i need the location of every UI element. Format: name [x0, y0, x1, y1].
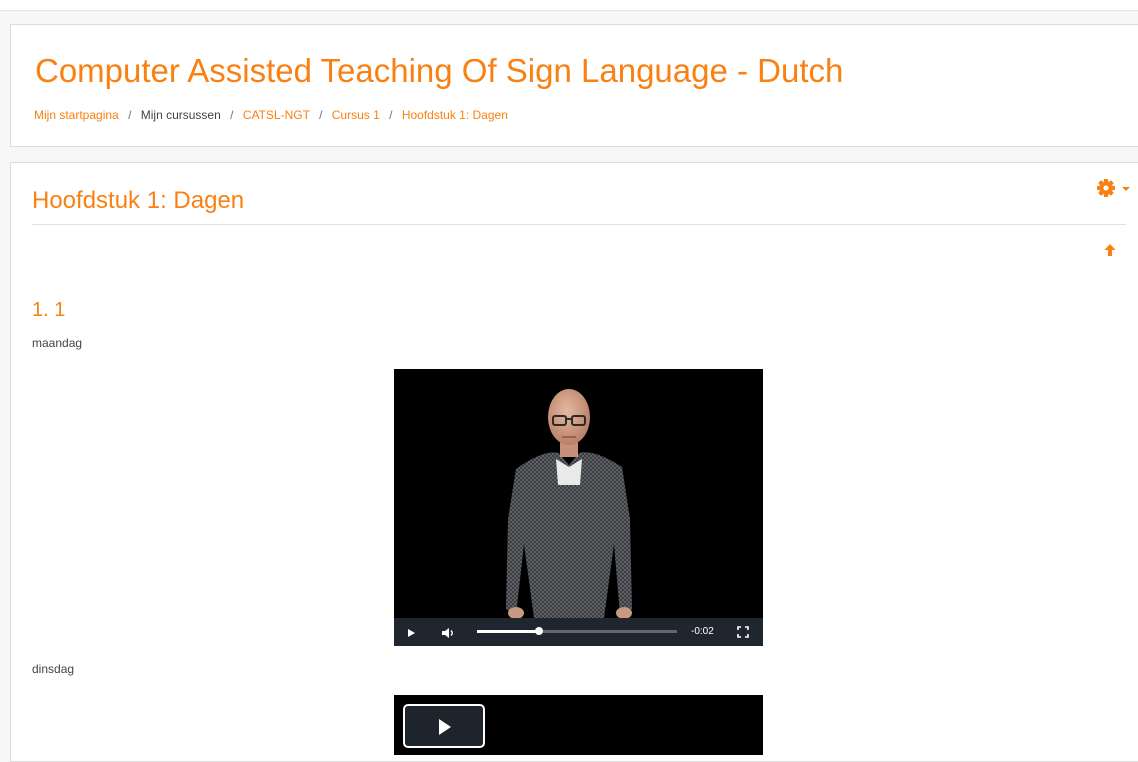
volume-icon [442, 628, 453, 638]
video-remaining-time: -0:02 [691, 626, 714, 637]
subsection-title: 1. 1 [32, 299, 66, 321]
breadcrumb-section-link[interactable]: Hoofdstuk 1: Dagen [402, 108, 508, 122]
signer-video-frame [506, 389, 632, 618]
item-label: maandag [32, 336, 83, 350]
video-progress-bar[interactable] [477, 627, 677, 635]
breadcrumb-course-category-link[interactable]: CATSL-NGT [243, 108, 310, 122]
breadcrumb-home-link[interactable]: Mijn startpagina [34, 108, 119, 122]
arrow-up-icon [1104, 244, 1116, 256]
mute-button[interactable] [441, 626, 457, 638]
video-player[interactable]: -0:02 [394, 369, 763, 646]
settings-menu-button[interactable] [1095, 177, 1135, 199]
video-progress-fill [477, 630, 539, 633]
breadcrumb-separator: / [319, 108, 323, 122]
breadcrumb-separator: / [230, 108, 234, 122]
breadcrumb-separator: / [389, 108, 393, 122]
breadcrumb-my-courses: Mijn cursussen [140, 108, 221, 122]
section-title: Hoofdstuk 1: Dagen [32, 187, 245, 214]
fullscreen-icon [737, 626, 749, 638]
caret-down-icon [1122, 187, 1130, 191]
play-icon [439, 719, 451, 735]
play-button[interactable] [404, 626, 418, 638]
breadcrumb: Mijn startpagina / Mijn cursussen / CATS… [34, 108, 508, 122]
move-up-button[interactable] [1101, 241, 1119, 259]
big-play-button[interactable] [403, 704, 485, 748]
section-divider [32, 224, 1126, 225]
video-control-bar: -0:02 [394, 618, 763, 646]
play-icon [408, 629, 415, 637]
breadcrumb-separator: / [128, 108, 132, 122]
item-label: dinsdag [32, 662, 75, 676]
video-progress-handle[interactable] [535, 627, 543, 635]
video-player[interactable] [394, 695, 763, 755]
page-header: Computer Assisted Teaching Of Sign Langu… [10, 24, 1138, 147]
top-navbar [0, 0, 1138, 11]
breadcrumb-course-link[interactable]: Cursus 1 [332, 108, 380, 122]
course-title: Computer Assisted Teaching Of Sign Langu… [35, 52, 844, 89]
section-content: Hoofdstuk 1: Dagen 1. 1 maandag -0:02 di… [10, 162, 1138, 762]
fullscreen-button[interactable] [736, 625, 750, 639]
